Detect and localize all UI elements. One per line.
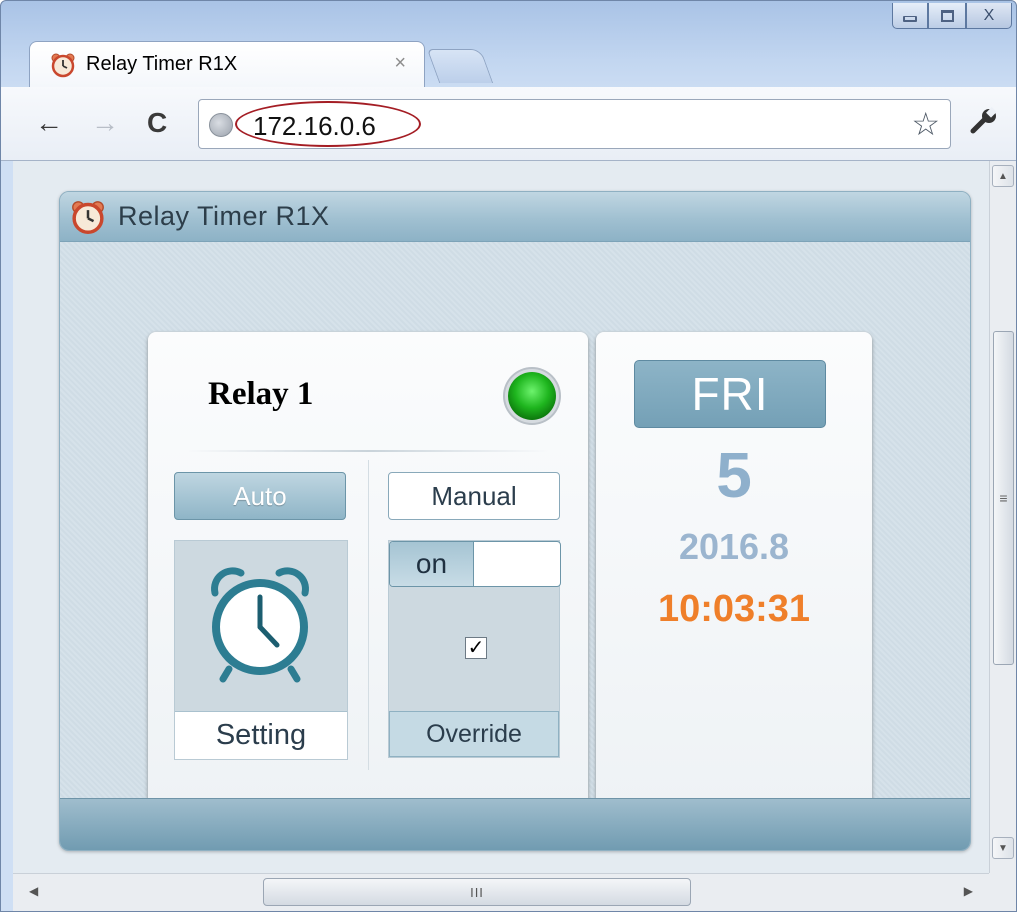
scroll-up-icon[interactable]: ▲ — [992, 165, 1014, 187]
day-number: 5 — [716, 439, 752, 511]
horizontal-scrollbar[interactable]: ◀ III ▶ — [13, 873, 989, 911]
alarm-clock-icon[interactable] — [205, 565, 315, 683]
wrench-icon[interactable] — [969, 107, 999, 137]
scroll-down-icon[interactable]: ▼ — [992, 837, 1014, 859]
vertical-scrollbar[interactable]: ▲ ≡ ▼ — [989, 161, 1016, 873]
app-footer — [60, 798, 970, 850]
auto-button[interactable]: Auto — [174, 472, 346, 520]
toggle-on-label: on — [390, 542, 474, 586]
star-icon[interactable]: ☆ — [911, 107, 940, 141]
on-off-toggle[interactable]: on — [389, 541, 561, 587]
scroll-right-icon[interactable]: ▶ — [964, 884, 973, 898]
browser-window: X Relay Timer R1X × ← → C 172.16.0.6 ☆ R… — [0, 0, 1017, 912]
scroll-grip: III — [470, 884, 484, 900]
current-time: 10:03:31 — [657, 588, 811, 630]
card-divider — [188, 450, 548, 452]
app-body: Relay 1 Auto Manual Setting on ✓ Overrid… — [60, 242, 970, 814]
back-button[interactable]: ← — [35, 109, 63, 137]
alarm-clock-icon — [72, 200, 104, 234]
year-month: 2016.8 — [678, 526, 790, 567]
tab-title: Relay Timer R1X — [86, 53, 238, 75]
setting-panel[interactable]: Setting — [174, 540, 348, 760]
scroll-grip: ≡ — [999, 490, 1008, 506]
app-header: Relay Timer R1X — [60, 192, 970, 242]
relay-timer-app: Relay Timer R1X Relay 1 Auto Manual Sett… — [59, 191, 971, 851]
browser-tab[interactable]: Relay Timer R1X × — [29, 41, 425, 87]
override-checkbox[interactable]: ✓ — [465, 637, 487, 659]
column-divider — [368, 460, 369, 770]
relay-name: Relay 1 — [208, 376, 314, 412]
app-title: Relay Timer R1X — [118, 201, 330, 231]
minimize-button[interactable] — [892, 3, 928, 29]
tab-close-icon[interactable]: × — [394, 52, 406, 75]
override-button[interactable]: Override — [389, 711, 559, 757]
status-led — [508, 372, 556, 420]
address-bar[interactable]: 172.16.0.6 ☆ — [198, 99, 951, 149]
browser-toolbar: ← → C 172.16.0.6 ☆ — [1, 87, 1016, 161]
scroll-left-icon[interactable]: ◀ — [29, 884, 38, 898]
horizontal-scroll-thumb[interactable]: III — [263, 878, 691, 906]
date-card: FRI 5 2016.8 10:03:31 — [596, 332, 872, 814]
alarm-clock-icon — [51, 53, 75, 77]
maximize-icon — [940, 9, 954, 22]
maximize-button[interactable] — [928, 3, 966, 29]
manual-panel: on ✓ Override — [388, 540, 561, 758]
close-icon: X — [983, 6, 995, 24]
window-controls: X — [892, 3, 1012, 29]
scrollbar-corner — [989, 873, 1016, 911]
minimize-icon — [903, 15, 917, 22]
forward-button[interactable]: → — [91, 109, 119, 137]
new-tab-button[interactable] — [426, 49, 494, 83]
setting-button[interactable]: Setting — [175, 711, 347, 759]
reload-button[interactable]: C — [147, 109, 167, 137]
url-text[interactable]: 172.16.0.6 — [253, 111, 376, 142]
page-viewport: Relay Timer R1X Relay 1 Auto Manual Sett… — [13, 161, 989, 873]
relay-card: Relay 1 Auto Manual Setting on ✓ Overrid… — [148, 332, 588, 814]
manual-button[interactable]: Manual — [388, 472, 560, 520]
close-window-button[interactable]: X — [966, 3, 1012, 29]
vertical-scroll-thumb[interactable]: ≡ — [993, 331, 1014, 665]
globe-icon — [209, 113, 233, 137]
weekday-badge: FRI — [634, 360, 826, 428]
